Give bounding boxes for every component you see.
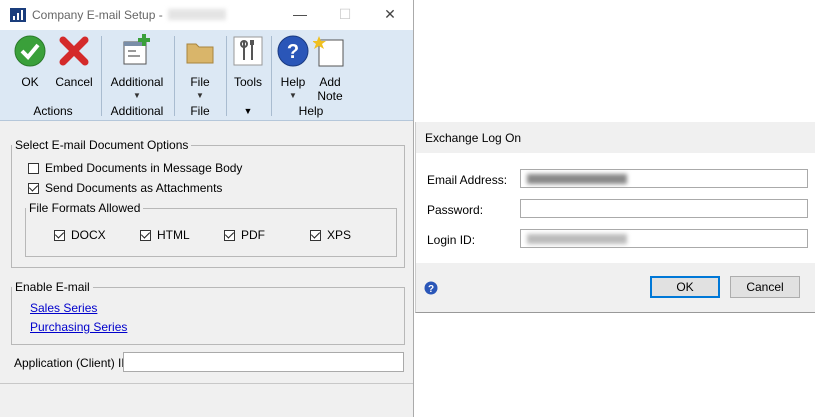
client-id-label: Application (Client) ID xyxy=(14,356,131,370)
help-question-icon: ? xyxy=(277,35,309,67)
ribbon-separator xyxy=(174,36,175,116)
enable-email-legend: Enable E-mail xyxy=(15,280,90,294)
format-xps-checkbox[interactable]: XPS xyxy=(310,228,351,242)
login-id-input[interactable] xyxy=(520,229,808,248)
redacted-email-value xyxy=(527,174,627,184)
send-attachments-checkbox[interactable]: Send Documents as Attachments xyxy=(28,181,222,195)
help-dropdown-icon: ▼ xyxy=(289,91,297,100)
email-input[interactable] xyxy=(520,169,808,188)
additional-dropdown-icon: ▼ xyxy=(133,91,141,100)
purchasing-series-link[interactable]: Purchasing Series xyxy=(30,320,127,334)
format-pdf-checkbox[interactable]: PDF xyxy=(224,228,265,242)
additional-button[interactable]: Additional ▼ xyxy=(106,34,168,100)
add-note-button[interactable]: Add Note xyxy=(312,34,348,103)
dialog-title: Exchange Log On xyxy=(425,131,522,145)
maximize-icon[interactable]: ☐ xyxy=(335,4,355,24)
group-label-file: File xyxy=(190,104,210,118)
tools-dropdown-icon[interactable]: ▼ xyxy=(230,106,266,116)
dialog-body: Email Address: Password: Login ID: xyxy=(416,153,815,263)
company-email-setup-window: Company E-mail Setup - — ☐ ✕ OK Cancel A… xyxy=(0,0,414,417)
close-icon[interactable]: ✕ xyxy=(380,4,400,24)
ok-check-icon xyxy=(14,35,46,67)
embed-documents-checkbox[interactable]: Embed Documents in Message Body xyxy=(28,161,242,175)
format-html-checkbox[interactable]: HTML xyxy=(140,228,190,242)
login-id-label: Login ID: xyxy=(427,233,476,247)
group-label-additional: Additional xyxy=(110,104,164,118)
group-label-actions: Actions xyxy=(33,104,73,118)
main-content: Select E-mail Document Options Embed Doc… xyxy=(0,121,413,417)
additional-window-plus-icon xyxy=(123,34,150,65)
attach-checkbox-box[interactable] xyxy=(28,182,39,194)
sales-series-link[interactable]: Sales Series xyxy=(30,301,97,315)
title-bar: Company E-mail Setup - — ☐ ✕ xyxy=(0,0,413,30)
html-checkbox-box[interactable] xyxy=(140,229,151,241)
dialog-cancel-button[interactable]: Cancel xyxy=(730,276,800,298)
group-label-help: Help xyxy=(298,104,324,118)
exchange-logon-dialog: Exchange Log On Email Address: Password:… xyxy=(415,122,815,313)
tools-icon xyxy=(233,36,263,66)
password-input[interactable] xyxy=(520,199,808,218)
format-docx-checkbox[interactable]: DOCX xyxy=(54,228,106,242)
file-formats-legend: File Formats Allowed xyxy=(29,201,141,215)
pdf-checkbox-box[interactable] xyxy=(224,229,235,241)
svg-text:?: ? xyxy=(428,284,434,295)
embed-checkbox-box[interactable] xyxy=(28,162,39,174)
xps-checkbox-box[interactable] xyxy=(310,229,321,241)
divider xyxy=(0,383,413,384)
svg-text:?: ? xyxy=(287,41,299,63)
docx-checkbox-box[interactable] xyxy=(54,229,65,241)
document-options-legend: Select E-mail Document Options xyxy=(15,138,189,152)
tools-button[interactable]: Tools xyxy=(230,34,266,89)
redacted-company-name xyxy=(168,9,226,20)
redacted-login-value xyxy=(527,234,627,244)
password-label: Password: xyxy=(427,203,484,217)
file-dropdown-icon: ▼ xyxy=(196,91,204,100)
minimize-icon[interactable]: — xyxy=(290,4,310,24)
ribbon-separator xyxy=(101,36,102,116)
window-title: Company E-mail Setup - xyxy=(32,8,163,22)
help-icon[interactable]: ? xyxy=(424,281,438,295)
cancel-x-icon xyxy=(59,36,89,66)
ribbon-separator xyxy=(226,36,227,116)
dialog-ok-button[interactable]: OK xyxy=(650,276,720,298)
ribbon-separator xyxy=(271,36,272,116)
email-label: Email Address: xyxy=(427,173,508,187)
help-button[interactable]: ? Help ▼ xyxy=(274,34,312,100)
client-id-input[interactable] xyxy=(123,352,404,372)
app-chart-icon xyxy=(10,8,26,22)
ok-button[interactable]: OK xyxy=(10,34,50,89)
file-button[interactable]: File ▼ xyxy=(180,34,220,100)
cancel-button[interactable]: Cancel xyxy=(52,34,96,89)
add-note-icon xyxy=(312,36,344,67)
ribbon: OK Cancel Actions Additional ▼ Additiona… xyxy=(0,30,413,121)
folder-icon xyxy=(186,43,214,64)
